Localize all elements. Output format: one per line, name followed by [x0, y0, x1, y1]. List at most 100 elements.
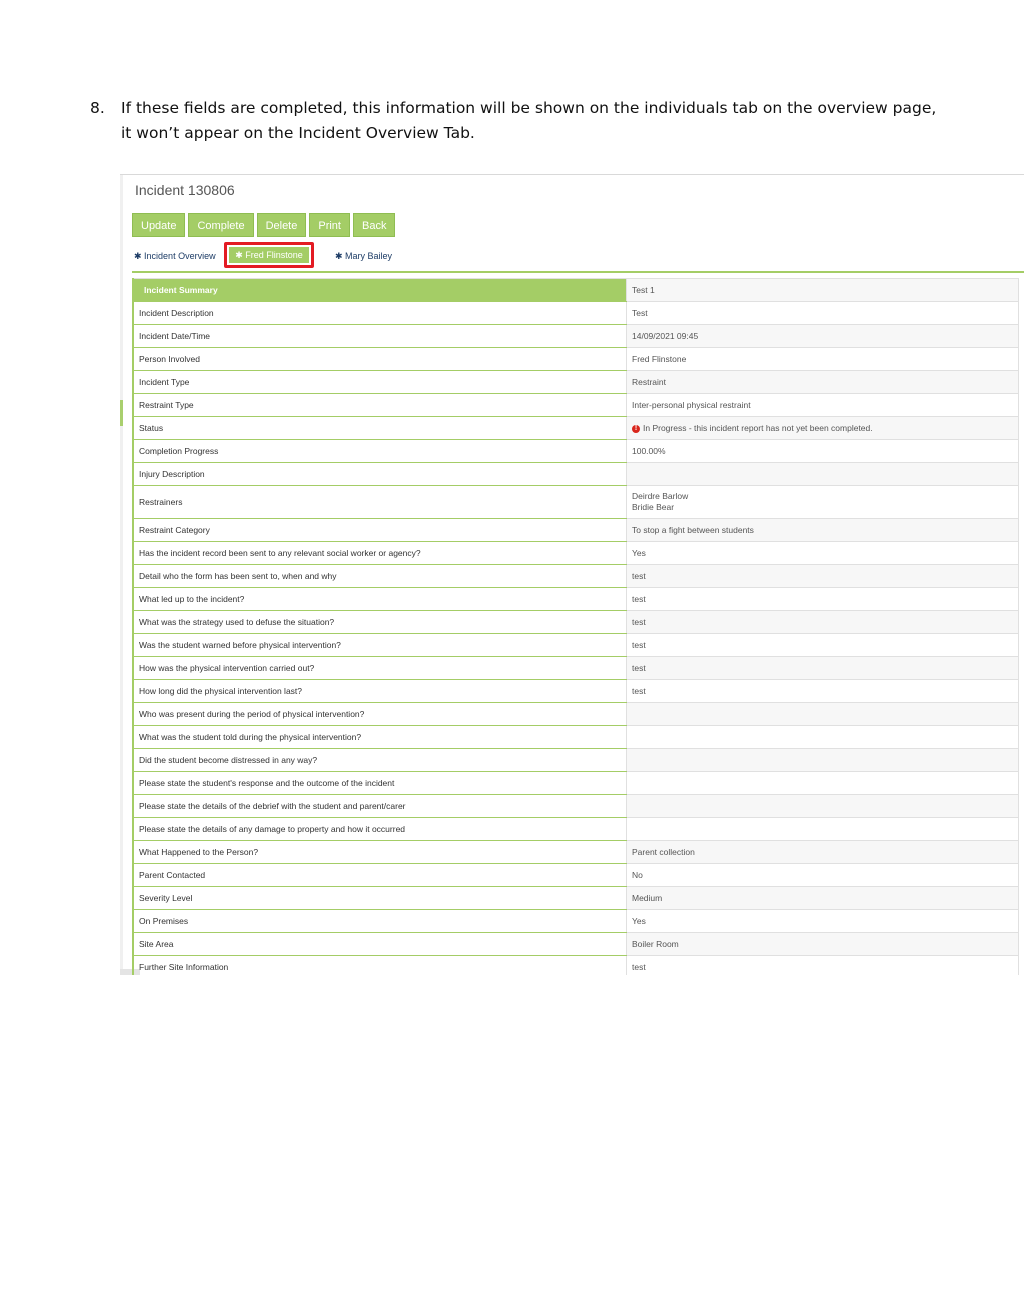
left-border [120, 175, 123, 975]
tab-fred-flinstone-highlighted[interactable]: ✱ Fred Flinstone [224, 242, 314, 268]
row-label: Restrainers [132, 485, 627, 519]
row-label: Incident Date/Time [132, 324, 627, 348]
person-tabs: ✱ Incident Overview ✱ Fred Flinstone ✱ M… [132, 242, 1024, 273]
row-value-text: test [632, 663, 646, 673]
row-value-text: To stop a fight between students [632, 525, 754, 535]
row-label: Parent Contacted [132, 863, 627, 887]
left-accent-mark [120, 400, 123, 426]
table-row: Site Area Boiler Room [132, 932, 1019, 956]
table-row: Restraint Category To stop a fight betwee… [132, 518, 1019, 542]
tab-fred-flinstone-label: ✱ Fred Flinstone [229, 247, 309, 263]
instruction-number: 8. [90, 99, 105, 117]
table-row: How long did the physical intervention l… [132, 679, 1019, 703]
instruction-text: If these fields are completed, this info… [121, 99, 937, 142]
table-row: Restrainers Deirdre Barlow Bridie Bear [132, 485, 1019, 519]
row-value-text: No [632, 870, 643, 880]
row-value: No [626, 863, 1019, 887]
row-value [626, 702, 1019, 726]
row-value: test [626, 564, 1019, 588]
row-label: Please state the student's response and … [132, 771, 627, 795]
row-value-text: Inter-personal physical restraint [632, 400, 751, 410]
row-value: test [626, 610, 1019, 634]
table-header-row: Incident Summary Test 1 [132, 278, 1019, 302]
row-value-text: In Progress - this incident report has n… [643, 423, 873, 433]
row-label: Please state the details of the debrief … [132, 794, 627, 818]
row-label: Status [132, 416, 627, 440]
row-label: Did the student become distressed in any… [132, 748, 627, 772]
row-label: On Premises [132, 909, 627, 933]
table-row: Completion Progress 100.00% [132, 439, 1019, 463]
table-row: Incident Date/Time 14/09/2021 09:45 [132, 324, 1019, 348]
row-value-text: Restraint [632, 377, 667, 387]
row-value-text: test [632, 686, 646, 696]
row-value [626, 725, 1019, 749]
table-row: What was the strategy used to defuse the… [132, 610, 1019, 634]
row-value: Test 1 [626, 278, 1019, 302]
instruction-paragraph: 8. If these fields are completed, this i… [90, 96, 950, 146]
row-value: 100.00% [626, 439, 1019, 463]
tab-mary-bailey[interactable]: ✱ Mary Bailey [335, 243, 392, 269]
row-value [626, 462, 1019, 486]
delete-button[interactable]: Delete [256, 213, 307, 237]
row-value: test [626, 955, 1019, 975]
row-value-line: Bridie Bear [632, 502, 675, 512]
row-label: Restraint Category [132, 518, 627, 542]
table-row: Person Involved Fred Flinstone [132, 347, 1019, 371]
table-row: Detail who the form has been sent to, wh… [132, 564, 1019, 588]
table-row: Status! In Progress - this incident repor… [132, 416, 1019, 440]
row-value: Boiler Room [626, 932, 1019, 956]
row-value: To stop a fight between students [626, 518, 1019, 542]
table-row: Incident Description Test [132, 301, 1019, 325]
table-row: On Premises Yes [132, 909, 1019, 933]
row-value-text: Yes [632, 548, 646, 558]
row-value: Yes [626, 541, 1019, 565]
row-value: Restraint [626, 370, 1019, 394]
page-title: Incident 130806 [135, 182, 235, 198]
back-button[interactable]: Back [352, 213, 396, 237]
table-row: Please state the student's response and … [132, 771, 1019, 795]
row-label: How long did the physical intervention l… [132, 679, 627, 703]
row-value: test [626, 633, 1019, 657]
row-value-line: Deirdre Barlow [632, 491, 689, 501]
table-row: Severity Level Medium [132, 886, 1019, 910]
row-label: How was the physical intervention carrie… [132, 656, 627, 680]
row-label: What Happened to the Person? [132, 840, 627, 864]
table-row: Was the student warned before physical i… [132, 633, 1019, 657]
row-value-text: Medium [632, 893, 663, 903]
row-label: Completion Progress [132, 439, 627, 463]
row-value-text: test [632, 594, 646, 604]
row-value-text: Test [632, 308, 648, 318]
row-value: Inter-personal physical restraint [626, 393, 1019, 417]
row-value-text: test [632, 617, 646, 627]
incident-details-table: Incident Summary Test 1 Incident Descripti… [132, 278, 1019, 975]
table-row: What led up to the incident? test [132, 587, 1019, 611]
row-value-text: test [632, 640, 646, 650]
row-value-text: Yes [632, 916, 646, 926]
table-row: Further Site Information test [132, 955, 1019, 975]
row-value-text: test [632, 962, 646, 972]
row-value-text: 14/09/2021 09:45 [632, 331, 699, 341]
row-value-text: Fred Flinstone [632, 354, 687, 364]
row-label: Site Area [132, 932, 627, 956]
table-row: Injury Description [132, 462, 1019, 486]
update-button[interactable]: Update [132, 213, 186, 237]
print-button[interactable]: Print [309, 213, 350, 237]
table-row: How was the physical intervention carrie… [132, 656, 1019, 680]
table-row: Who was present during the period of phy… [132, 702, 1019, 726]
row-label: Further Site Information [132, 955, 627, 975]
row-value: Medium [626, 886, 1019, 910]
row-value: test [626, 679, 1019, 703]
complete-button[interactable]: Complete [188, 213, 254, 237]
row-label: Incident Type [132, 370, 627, 394]
row-label: Severity Level [132, 886, 627, 910]
table-row: What Happened to the Person? Parent colle… [132, 840, 1019, 864]
row-value [626, 794, 1019, 818]
warning-icon: ! [632, 424, 640, 433]
row-value-text: Parent collection [632, 847, 695, 857]
table-row: Incident Type Restraint [132, 370, 1019, 394]
row-value-text: Test 1 [632, 285, 655, 295]
row-value: Test [626, 301, 1019, 325]
row-label: What was the student told during the phy… [132, 725, 627, 749]
tab-incident-overview[interactable]: ✱ Incident Overview [134, 243, 216, 269]
table-row: Please state the details of the debrief … [132, 794, 1019, 818]
